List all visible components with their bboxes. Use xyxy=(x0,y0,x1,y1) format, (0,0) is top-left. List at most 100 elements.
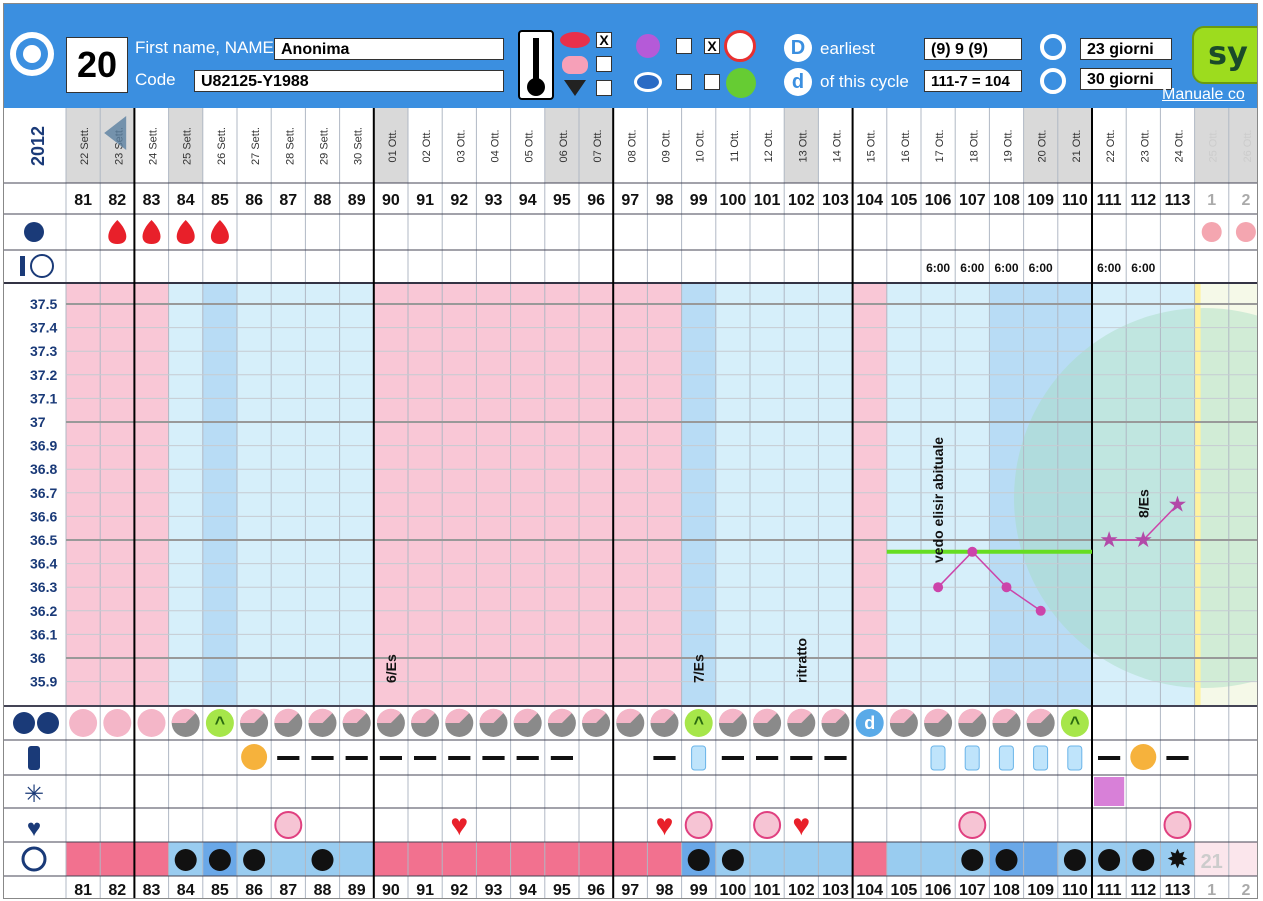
temperature-star-point: ★ xyxy=(1168,492,1188,517)
cycle-day-number-bottom: 92 xyxy=(450,882,468,898)
pill-capsule-icon xyxy=(1067,745,1083,771)
body-checkbox[interactable] xyxy=(596,56,612,72)
cycle-day-number-bottom: 1 xyxy=(1207,882,1216,898)
thermometer-icon[interactable] xyxy=(518,30,554,100)
mouth-checkbox[interactable]: X xyxy=(596,32,612,48)
thermo-row-icon xyxy=(20,256,25,276)
pill-dash xyxy=(1166,756,1189,760)
cycle-day-number-bottom: 103 xyxy=(822,882,849,898)
date-label: 24 Ott. xyxy=(1174,129,1186,162)
date-label: 20 Ott. xyxy=(1037,129,1049,162)
cycle-number: 20 xyxy=(66,37,128,93)
cycle-day-number: 85 xyxy=(211,192,229,209)
date-label: 26 Ott. xyxy=(1242,129,1254,162)
cycle-day-number-bottom: 99 xyxy=(690,882,708,898)
D-row-icon xyxy=(13,712,35,734)
annotation-text: 8/Es xyxy=(1135,489,1151,518)
code-field[interactable]: U82125-Y1988 xyxy=(194,70,504,92)
cycle-day-number-bottom: 105 xyxy=(891,882,918,898)
observation-cell xyxy=(1228,842,1257,876)
pill-capsule-icon xyxy=(964,745,980,771)
temp-column-bg xyxy=(852,283,887,706)
pill-capsule-icon xyxy=(691,745,707,771)
cycle-day-number: 89 xyxy=(348,192,366,209)
cycle-day-number: 92 xyxy=(450,192,468,209)
date-label: 14 Ott. xyxy=(832,129,844,162)
bleeding-drop-icon xyxy=(176,220,195,244)
name-field[interactable]: Anonima xyxy=(274,38,504,60)
cycle-length-field[interactable]: 23 giorni xyxy=(1080,38,1172,60)
this-cycle-field[interactable]: 111-7 = 104 xyxy=(924,70,1022,92)
sensation-marker xyxy=(1094,777,1125,806)
observation-cell xyxy=(442,842,477,876)
temp-axis-label: 37.3 xyxy=(30,343,57,359)
time-reading: 6:00 xyxy=(994,261,1018,275)
cycle-day-number-bottom: 94 xyxy=(519,882,537,898)
date-label: 18 Ott. xyxy=(968,129,980,162)
temp-column-bg xyxy=(579,283,614,706)
date-label: 25 Sett. xyxy=(182,127,194,165)
cycle-day-number-bottom: 86 xyxy=(245,882,263,898)
sync-button[interactable]: sy xyxy=(1192,26,1257,84)
pill-dash xyxy=(379,756,402,760)
heart-circle-icon xyxy=(684,811,713,839)
longest-cycle-field[interactable]: 30 giorni xyxy=(1080,68,1172,90)
observation-badge-icon xyxy=(174,849,197,871)
eye-checkbox[interactable] xyxy=(676,74,692,90)
observation-cell xyxy=(476,842,511,876)
funnel-checkbox[interactable] xyxy=(596,80,612,96)
pill-dash xyxy=(311,756,334,760)
bleeding-drop-icon xyxy=(1201,222,1222,242)
cycle-day-number-bottom: 87 xyxy=(279,882,297,898)
observation-cell xyxy=(613,842,648,876)
temp-column-bg xyxy=(305,283,340,706)
date-label: 25 Ott. xyxy=(1208,129,1220,162)
cycle-day-number-bottom: 100 xyxy=(720,882,747,898)
cycle-day-number: 93 xyxy=(485,192,503,209)
eye-checkbox-2[interactable] xyxy=(704,74,720,90)
heart-circle-icon xyxy=(1163,811,1192,839)
year-label: 2012 xyxy=(28,126,48,166)
app-window: 20 First name, NAME Anonima Code U82125-… xyxy=(3,3,1258,899)
cycle-day-number: 98 xyxy=(656,192,674,209)
observation-cell xyxy=(66,842,101,876)
mood-checkbox-2[interactable]: X xyxy=(704,38,720,54)
earliest-field[interactable]: (9) 9 (9) xyxy=(924,38,1022,60)
observation-badge-icon xyxy=(721,849,744,871)
temp-column-bg xyxy=(613,283,648,706)
date-label: 21 Ott. xyxy=(1071,129,1083,162)
observation-cell xyxy=(579,842,614,876)
peak-marker: ^ xyxy=(693,713,704,733)
cycle-day-number: 90 xyxy=(382,192,400,209)
cycle-day-number-bottom: 89 xyxy=(348,882,366,898)
temp-column-bg xyxy=(818,283,853,706)
temp-axis-label: 37.5 xyxy=(30,296,57,312)
temperature-point xyxy=(1001,582,1012,593)
annotation-text: ritratto xyxy=(793,638,809,683)
manual-link[interactable]: Manuale co xyxy=(1162,86,1245,104)
time-reading: 6:00 xyxy=(1029,261,1053,275)
cycle-day-number-bottom: 108 xyxy=(993,882,1020,898)
observation-badge-icon xyxy=(1063,849,1086,871)
cycle-day-number-bottom: 85 xyxy=(211,882,229,898)
cycle-day-number: 103 xyxy=(822,192,849,209)
cycle-day-number-bottom: 98 xyxy=(656,882,674,898)
pill-capsule-icon xyxy=(1033,745,1049,771)
mood-checkbox[interactable] xyxy=(676,38,692,54)
temp-column-bg xyxy=(134,283,169,706)
observation-badge-icon xyxy=(311,849,334,871)
heart-icon: ♥ xyxy=(450,809,468,842)
eye-icon xyxy=(634,72,662,92)
cycle-day-number: 109 xyxy=(1027,192,1054,209)
date-label: 16 Ott. xyxy=(900,129,912,162)
date-label: 26 Sett. xyxy=(216,127,228,165)
app-logo-icon[interactable] xyxy=(10,32,54,76)
pill-dash xyxy=(721,756,744,760)
temp-axis-label: 36.4 xyxy=(30,556,57,572)
earliest-d-icon: D xyxy=(784,34,812,62)
observation-cell xyxy=(408,842,443,876)
time-reading: 6:00 xyxy=(1097,261,1121,275)
temp-axis-label: 36.7 xyxy=(30,485,57,501)
observation-badge-icon xyxy=(243,849,266,871)
mucus-indicator xyxy=(69,709,98,737)
